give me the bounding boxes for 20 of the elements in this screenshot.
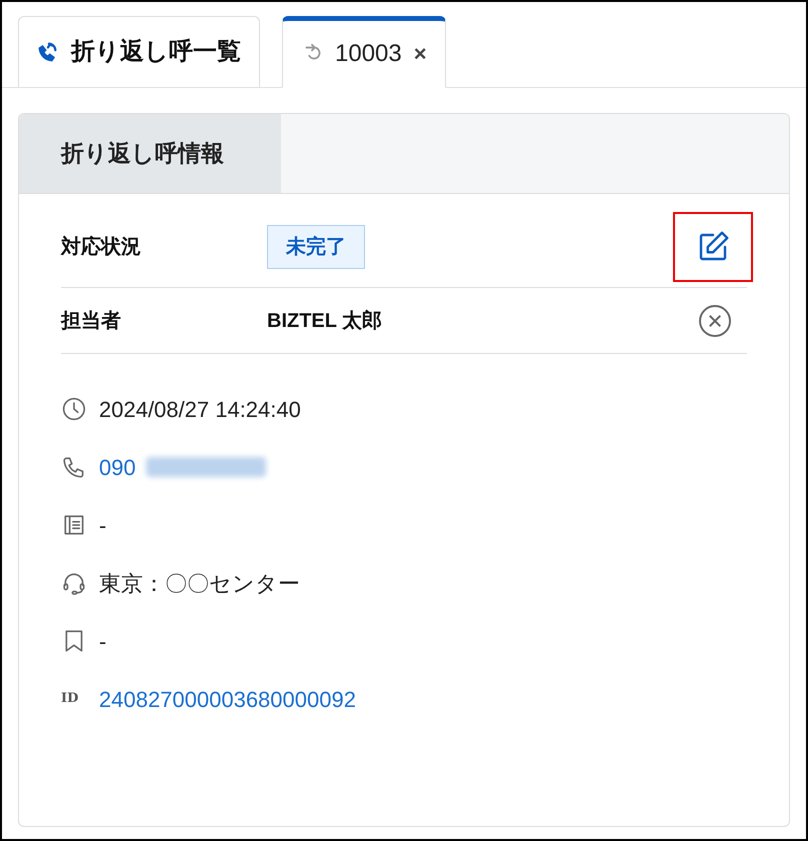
panel-tab[interactable]: 折り返し呼情報 bbox=[19, 114, 281, 193]
clear-icon bbox=[697, 302, 733, 338]
id-label: ID bbox=[61, 690, 78, 708]
clear-button[interactable] bbox=[697, 302, 733, 338]
status-badge: 未完了 bbox=[267, 224, 365, 268]
edit-button[interactable] bbox=[673, 212, 753, 282]
detail-link[interactable]: 090 bbox=[99, 450, 136, 484]
assignee-name: BIZTEL 太郎 bbox=[267, 308, 382, 334]
tab[interactable]: 10003 × bbox=[282, 16, 446, 88]
close-button[interactable]: × bbox=[414, 43, 427, 65]
phone-callback-icon bbox=[37, 41, 59, 63]
field-label: 担当者 bbox=[61, 308, 122, 334]
clock-icon bbox=[61, 396, 87, 422]
detail-text: - bbox=[99, 512, 106, 540]
detail-text: 2024/08/27 14:24:40 bbox=[99, 396, 301, 424]
detail-link[interactable]: 240827000003680000092 bbox=[99, 682, 356, 716]
field-label: 対応状況 bbox=[61, 234, 142, 260]
detail-text: - bbox=[99, 628, 106, 656]
tab[interactable]: 折り返し呼一覧 bbox=[18, 16, 260, 88]
detail-text: 東京：〇〇センター bbox=[99, 570, 300, 598]
